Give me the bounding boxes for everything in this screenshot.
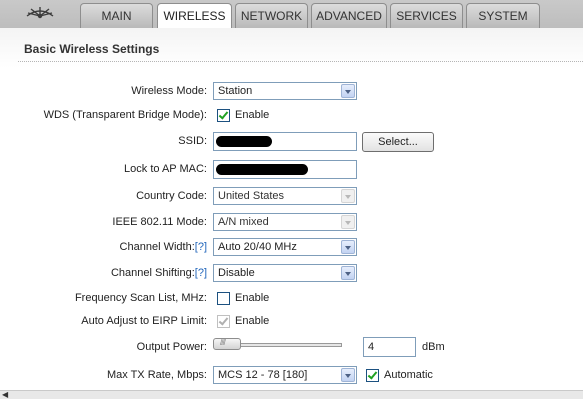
redacted-mac	[216, 164, 308, 175]
auto-adjust-label: Auto Adjust to EIRP Limit:	[81, 315, 207, 327]
tab-system[interactable]: SYSTEM	[466, 3, 540, 28]
tab-advanced[interactable]: ADVANCED	[311, 3, 387, 28]
lock-ap-mac-input[interactable]	[213, 160, 357, 179]
country-code-value: United States	[218, 190, 285, 202]
ubiquiti-logo-icon	[0, 0, 80, 28]
section-divider	[18, 61, 583, 62]
wds-enable-checkbox[interactable]	[217, 109, 230, 122]
channel-shifting-help-link[interactable]: [?]	[195, 267, 207, 279]
max-tx-rate-label: Max TX Rate, Mbps:	[106, 369, 207, 381]
auto-adjust-enable-checkbox[interactable]	[217, 315, 230, 328]
section-title: Basic Wireless Settings	[24, 42, 160, 56]
freq-scan-enable-label: Enable	[235, 292, 270, 304]
wds-enable-label: Enable	[235, 109, 270, 121]
dropdown-arrow-icon	[341, 84, 355, 98]
output-power-unit: dBm	[422, 341, 445, 353]
dropdown-arrow-icon	[341, 368, 355, 382]
max-tx-rate-select[interactable]: MCS 12 - 78 [180]	[213, 366, 357, 384]
dropdown-arrow-icon	[341, 240, 355, 254]
tab-services[interactable]: SERVICES	[390, 3, 463, 28]
dropdown-arrow-icon	[341, 215, 355, 229]
tab-network[interactable]: NETWORK	[235, 3, 308, 28]
max-tx-rate-automatic-label: Automatic	[384, 369, 433, 381]
country-code-label: Country Code:	[136, 190, 207, 202]
redacted-ssid	[216, 136, 272, 147]
channel-width-label-group: Channel Width:[?]	[120, 241, 207, 253]
output-power-label: Output Power:	[136, 341, 207, 353]
wireless-mode-value: Station	[218, 85, 253, 97]
output-power-value: 4	[368, 341, 375, 353]
ieee-mode-label: IEEE 802.11 Mode:	[112, 216, 207, 228]
ssid-select-button[interactable]: Select...	[362, 132, 434, 152]
output-power-input[interactable]: 4	[363, 337, 416, 357]
channel-shifting-label: Channel Shifting:	[110, 267, 195, 279]
channel-shifting-value: Disable	[218, 267, 255, 279]
ssid-input[interactable]	[213, 132, 357, 151]
channel-width-help-link[interactable]: [?]	[195, 241, 207, 253]
channel-width-value: Auto 20/40 MHz	[218, 241, 297, 253]
channel-shifting-select[interactable]: Disable	[213, 264, 357, 282]
wireless-mode-label: Wireless Mode:	[131, 85, 207, 97]
channel-width-label: Channel Width:	[119, 241, 195, 253]
freq-scan-label: Frequency Scan List, MHz:	[74, 292, 207, 304]
tab-wireless[interactable]: WIRELESS	[157, 3, 232, 29]
freq-scan-enable-checkbox[interactable]	[217, 292, 230, 305]
dropdown-arrow-icon	[341, 189, 355, 203]
ssid-label: SSID:	[178, 135, 207, 147]
top-navigation-bar: MAIN WIRELESS NETWORK ADVANCED SERVICES …	[0, 0, 583, 29]
country-code-select[interactable]: United States	[213, 187, 357, 205]
ieee-mode-select[interactable]: A/N mixed	[213, 213, 357, 231]
channel-shifting-label-group: Channel Shifting:[?]	[111, 267, 207, 279]
wireless-mode-select[interactable]: Station	[213, 82, 357, 100]
tab-main[interactable]: MAIN	[80, 3, 153, 28]
dropdown-arrow-icon	[341, 266, 355, 280]
max-tx-rate-value: MCS 12 - 78 [180]	[218, 369, 308, 381]
lock-ap-mac-label: Lock to AP MAC:	[124, 163, 207, 175]
wds-label: WDS (Transparent Bridge Mode):	[43, 109, 207, 121]
channel-width-select[interactable]: Auto 20/40 MHz	[213, 238, 357, 256]
max-tx-rate-automatic-checkbox[interactable]	[366, 369, 379, 382]
ieee-mode-value: A/N mixed	[218, 216, 269, 228]
output-power-slider-handle[interactable]	[213, 338, 241, 350]
auto-adjust-enable-label: Enable	[235, 315, 270, 327]
